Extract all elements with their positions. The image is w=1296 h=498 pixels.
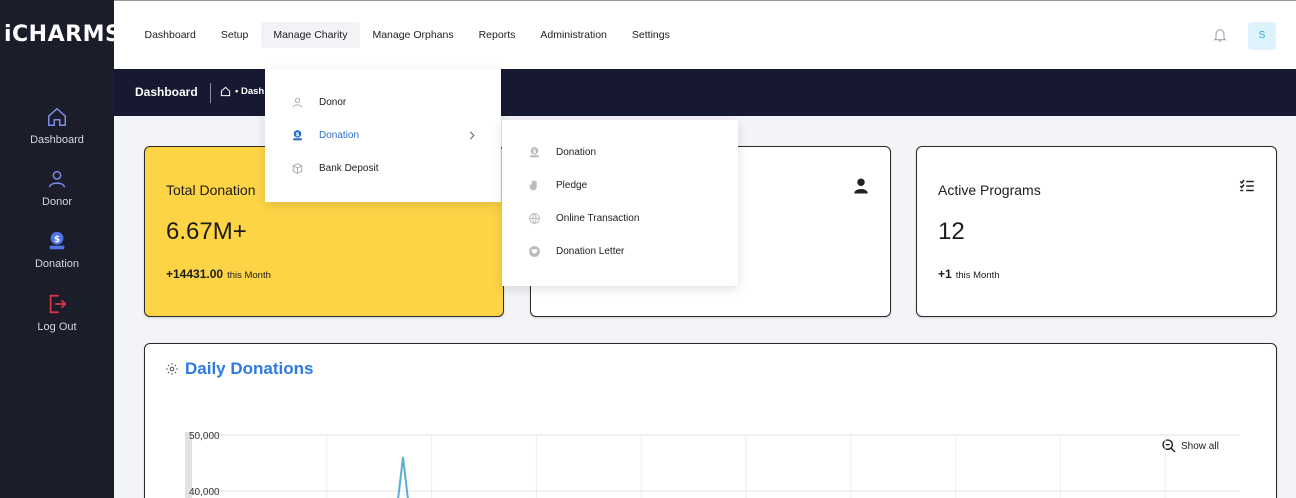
sidebar-item-label: Dashboard xyxy=(30,134,84,146)
user-icon xyxy=(48,170,66,188)
card-title: Active Programs xyxy=(938,182,1041,198)
sidebar-item-label: Donation xyxy=(34,258,80,270)
menu-item-label: Bank Deposit xyxy=(319,163,379,174)
sidebar-item-donor[interactable]: Donor xyxy=(0,168,114,208)
hand-icon xyxy=(529,180,537,191)
chevron-right-icon xyxy=(469,131,475,140)
menu-item-donation[interactable]: $ Donation xyxy=(265,119,501,152)
submenu-item-donation-letter[interactable]: Donation Letter xyxy=(502,235,738,268)
sidebar-item-label: Log Out xyxy=(37,321,77,333)
heart-icon xyxy=(529,246,540,257)
menu-item-label: Donation Letter xyxy=(556,246,625,257)
svg-text:$: $ xyxy=(54,234,60,245)
bell-icon[interactable] xyxy=(1212,27,1228,43)
card-value: 6.67M+ xyxy=(166,218,247,245)
svg-text:$: $ xyxy=(533,149,537,155)
sidebar-item-donation[interactable]: $ Donation xyxy=(0,230,114,270)
donation-icon: $ xyxy=(293,130,302,141)
menu-item-label: Online Transaction xyxy=(556,213,640,224)
svg-text:$: $ xyxy=(296,132,300,138)
divider xyxy=(210,83,211,103)
chart-plot: 50,000 40,000 xyxy=(185,431,1240,498)
menu-item-label: Pledge xyxy=(556,180,588,191)
nav-dashboard[interactable]: Dashboard xyxy=(132,22,208,48)
menu-item-label: Donation xyxy=(319,130,360,141)
nav-manage-charity[interactable]: Manage Charity xyxy=(260,22,360,48)
chart-y-tick-label: 50,000 xyxy=(189,431,220,442)
menu-item-label: Donor xyxy=(319,97,347,108)
app-logo[interactable]: iCHARMS xyxy=(4,22,121,47)
user-icon xyxy=(292,97,303,108)
donation-submenu: $ Donation Pledge Online Transaction Don… xyxy=(502,120,738,286)
nav-setup[interactable]: Setup xyxy=(208,22,260,48)
home-icon xyxy=(48,107,66,126)
nav-settings[interactable]: Settings xyxy=(619,22,682,48)
submenu-item-pledge[interactable]: Pledge xyxy=(502,169,738,202)
chart-series-line xyxy=(397,457,409,498)
manage-charity-menu: Donor $ Donation Bank Deposit xyxy=(265,69,501,202)
sidebar-item-dashboard[interactable]: Dashboard xyxy=(0,106,114,146)
stat-card-active-programs: Active Programs 12 +1 this Month xyxy=(916,146,1277,317)
card-delta: +1 this Month xyxy=(938,267,1000,281)
breadcrumb: • Dash xyxy=(220,86,264,97)
chart-y-tick-label: 40,000 xyxy=(189,487,220,498)
submenu-item-donation[interactable]: $ Donation xyxy=(502,136,738,169)
delta-value: +1 xyxy=(938,267,952,281)
breadcrumb-current: • Dash xyxy=(235,86,265,97)
donation-icon: $ xyxy=(530,147,539,158)
chart-data-point xyxy=(402,456,404,459)
card-value: 12 xyxy=(938,218,965,245)
menu-item-donor[interactable]: Donor xyxy=(265,86,501,119)
globe-icon xyxy=(529,213,540,225)
chart-card-daily-donations: Daily Donations Show all 50,000 40,000 xyxy=(144,343,1277,498)
nav-administration[interactable]: Administration xyxy=(528,22,620,48)
user-avatar[interactable]: S xyxy=(1248,22,1276,50)
card-title: Total Donation xyxy=(166,182,256,198)
cube-icon xyxy=(292,163,303,174)
sidebar-item-logout[interactable]: Log Out xyxy=(0,293,114,333)
checklist-icon xyxy=(1239,179,1254,192)
home-icon[interactable] xyxy=(220,86,231,97)
delta-value: +14431.00 xyxy=(166,267,224,281)
main-nav: Dashboard Setup Manage Charity Manage Or… xyxy=(132,22,682,48)
sidebar-item-label: Donor xyxy=(42,196,72,208)
nav-manage-orphans[interactable]: Manage Orphans xyxy=(360,22,466,48)
menu-item-label: Donation xyxy=(556,147,597,158)
sidebar: iCHARMS Dashboard Donor $ Donation Log O… xyxy=(0,0,121,498)
donation-icon: $ xyxy=(49,231,65,250)
top-navbar: Dashboard Setup Manage Charity Manage Or… xyxy=(114,0,1296,69)
nav-reports[interactable]: Reports xyxy=(466,22,528,48)
card-delta: +14431.00 this Month xyxy=(166,267,271,281)
page-title: Dashboard xyxy=(135,85,198,99)
submenu-item-online-transaction[interactable]: Online Transaction xyxy=(502,202,738,235)
menu-item-bank-deposit[interactable]: Bank Deposit xyxy=(265,152,501,185)
delta-label: this Month xyxy=(227,270,271,281)
delta-label: this Month xyxy=(955,270,1000,281)
user-icon xyxy=(854,178,868,194)
logout-icon xyxy=(49,294,67,314)
